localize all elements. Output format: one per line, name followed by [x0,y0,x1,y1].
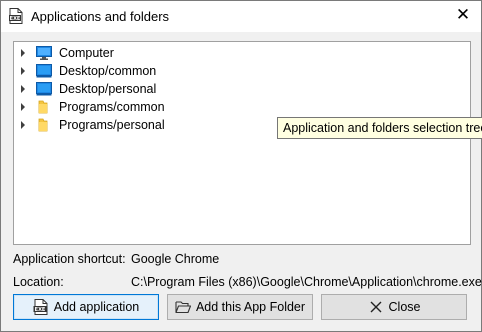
close-button[interactable]: Close [321,294,467,320]
location-value: C:\Program Files (x86)\Google\Chrome\App… [131,275,482,289]
add-app-folder-button[interactable]: Add this App Folder [167,294,313,320]
shortcut-label: Application shortcut: [13,252,126,266]
folder-icon [36,118,52,132]
tree-item-desktop-personal[interactable]: Desktop/personal [14,80,314,98]
desktop-icon [36,64,52,78]
window-title: Applications and folders [31,9,170,24]
svg-text:EXE: EXE [34,307,45,313]
tree-item-label: Desktop/common [59,64,157,78]
applications-and-folders-dialog: EXE Applications and folders ✕ Computer [0,0,482,332]
svg-text:EXE: EXE [10,16,21,22]
close-icon[interactable]: ✕ [455,6,471,23]
expand-arrow-icon[interactable] [21,85,25,93]
add-app-folder-label: Add this App Folder [195,300,306,314]
title-bar: EXE Applications and folders ✕ [1,1,481,32]
open-folder-icon [175,299,191,315]
folder-icon [36,100,52,114]
close-label: Close [388,300,421,314]
expand-arrow-icon[interactable] [21,49,25,57]
expand-arrow-icon[interactable] [21,67,25,75]
expand-arrow-icon[interactable] [21,103,25,111]
exe-icon: EXE [33,299,49,315]
tree-item-programs-personal[interactable]: Programs/personal [14,116,314,134]
add-application-label: Add application [53,300,140,314]
tree-item-computer[interactable]: Computer [14,44,314,62]
tree-item-label: Desktop/personal [59,82,157,96]
expand-arrow-icon[interactable] [21,121,25,129]
app-folder-tree[interactable]: Computer Desktop/common Desktop/personal… [13,41,471,245]
location-label: Location: [13,275,64,289]
monitor-icon [36,46,52,60]
shortcut-value: Google Chrome [131,252,220,266]
tree-item-label: Programs/personal [59,118,165,132]
exe-icon: EXE [9,8,23,24]
tree-tooltip: Application and folders selection tree [277,117,482,139]
tree-item-programs-common[interactable]: Programs/common [14,98,314,116]
tree-item-label: Programs/common [59,100,165,114]
desktop-icon [36,82,52,96]
add-application-button[interactable]: EXE Add application [13,294,159,320]
tree-item-desktop-common[interactable]: Desktop/common [14,62,314,80]
close-icon [368,299,384,315]
tree-item-label: Computer [59,46,114,60]
